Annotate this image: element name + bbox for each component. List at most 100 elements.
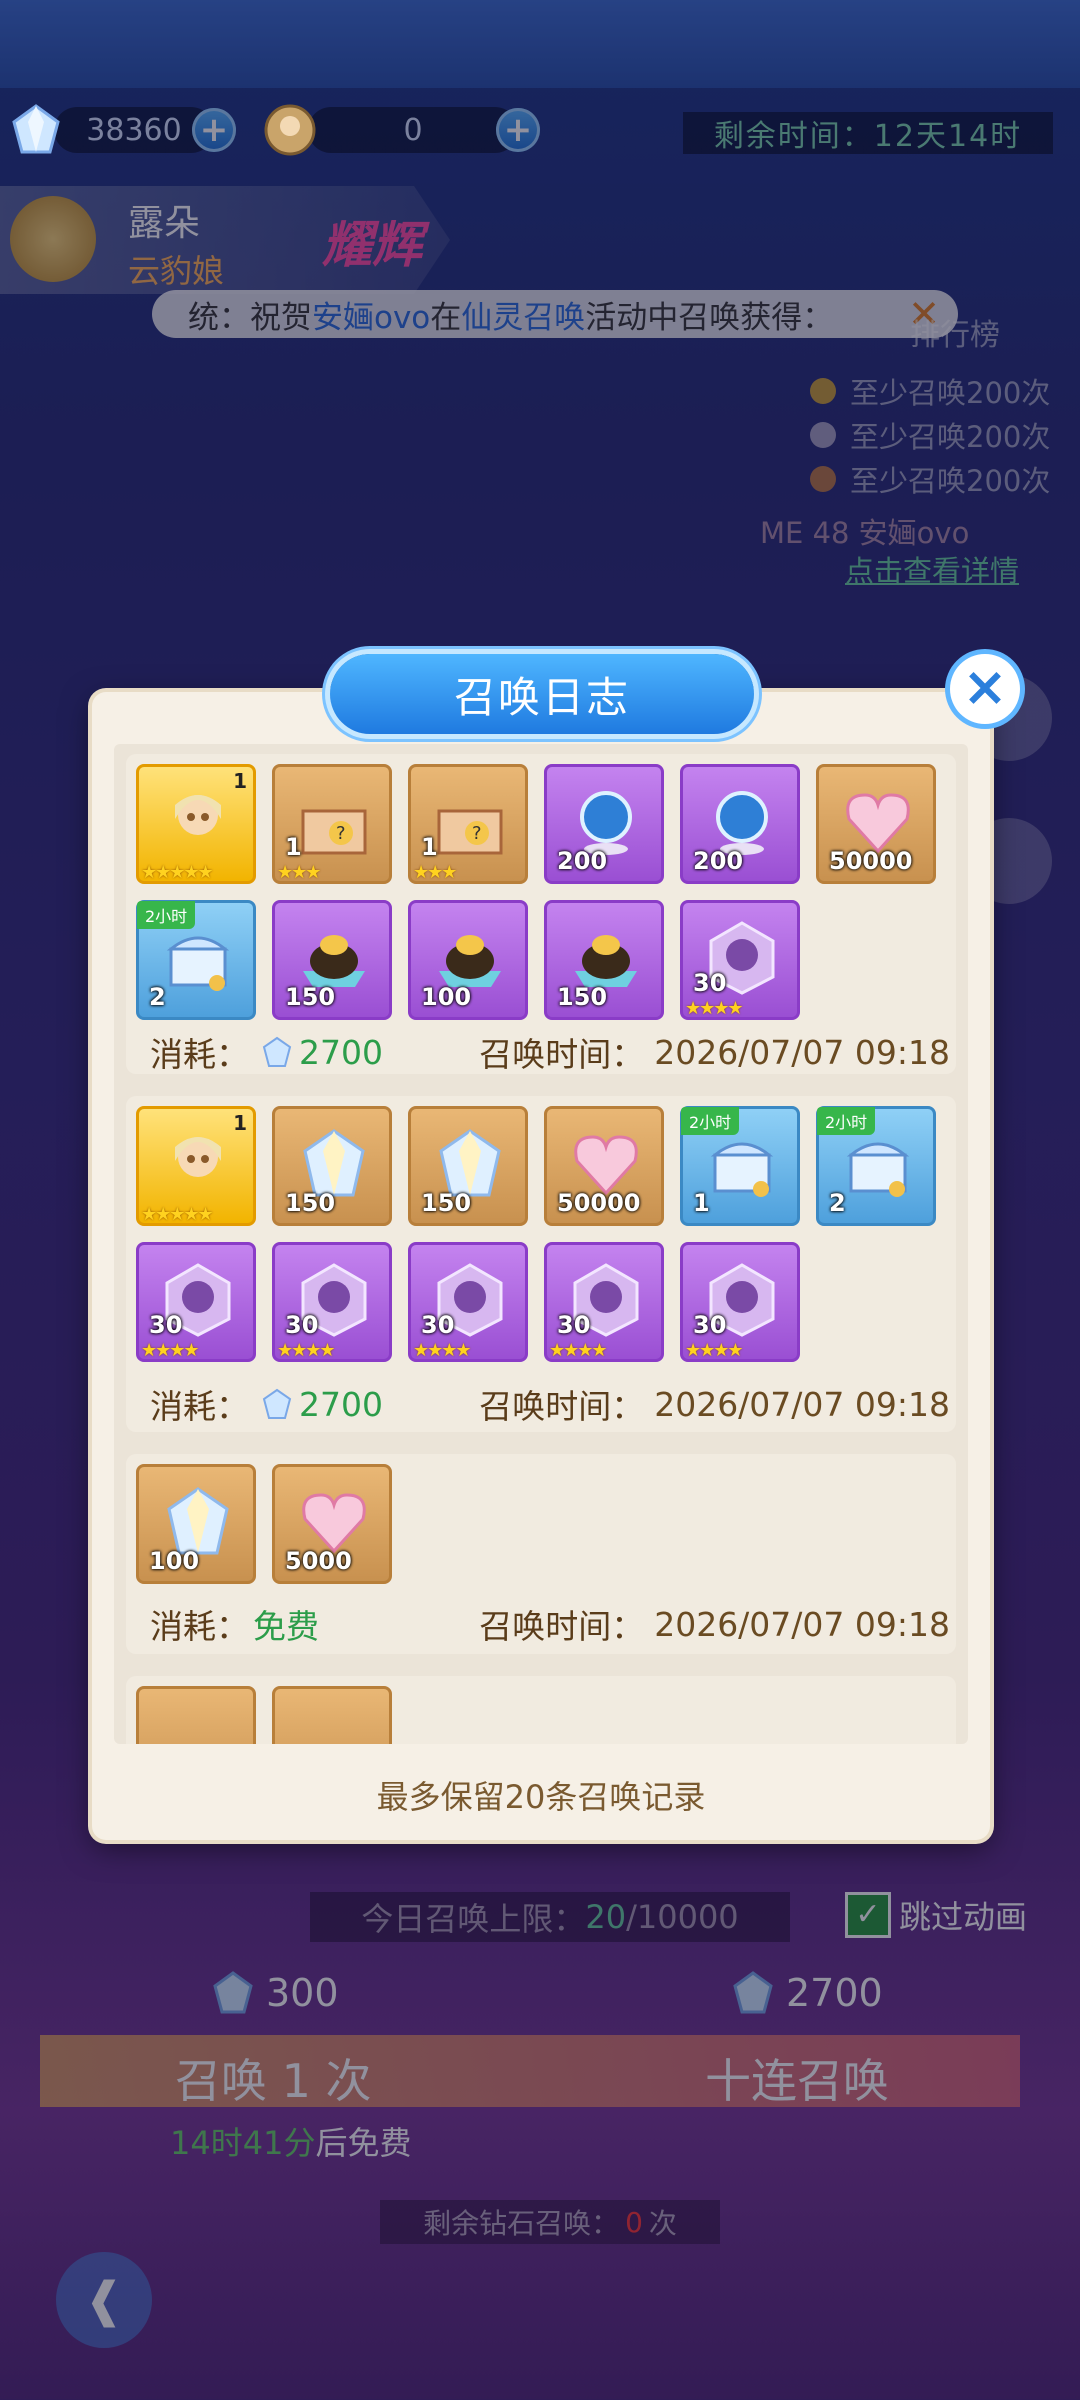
- star-rating: ★★★★: [549, 1340, 608, 1361]
- item-count: 150: [285, 983, 336, 1011]
- item-slot[interactable]: [136, 1686, 256, 1744]
- remaining-time: 剩余时间：12天14时: [683, 112, 1053, 154]
- item-slot[interactable]: 5000: [272, 1464, 392, 1584]
- ranking-row-text: 至少召唤200次: [850, 464, 1051, 498]
- item-slot[interactable]: 30 ★★★★: [680, 900, 800, 1020]
- marquee-prefix: 统：祝贺: [188, 299, 312, 336]
- item-slot[interactable]: 30 ★★★★: [680, 1242, 800, 1362]
- add-diamond-button[interactable]: +: [192, 108, 236, 152]
- checkbox-icon[interactable]: ✓: [845, 1892, 891, 1938]
- item-level: 1: [233, 769, 247, 793]
- item-slot[interactable]: 50000: [816, 764, 936, 884]
- summon-once-button[interactable]: 召唤 1 次: [175, 2045, 372, 2111]
- marquee-user: 安婳ovo: [312, 299, 431, 336]
- remain-prefix: 剩余钻石召唤：: [423, 2207, 620, 2240]
- item-slot[interactable]: 30 ★★★★: [408, 1242, 528, 1362]
- item-slot[interactable]: ? 1 ★★★: [272, 764, 392, 884]
- item-count: 1: [421, 833, 438, 861]
- item-count: 30: [149, 1311, 183, 1339]
- item-count: 30: [693, 969, 727, 997]
- star-rating: ★★★: [277, 862, 321, 883]
- item-slot[interactable]: 1 ★★★★★: [136, 1106, 256, 1226]
- cost-value: 2700: [299, 1384, 383, 1424]
- top-banner: [0, 0, 1080, 88]
- item-count: 30: [557, 1311, 591, 1339]
- broadcast-marquee: 统：祝贺 安婳ovo 在仙灵召唤 活动中召唤获得： ✕: [152, 290, 958, 338]
- ranking-row-text: 至少召唤200次: [850, 376, 1051, 410]
- item-slot[interactable]: 30 ★★★★: [272, 1242, 392, 1362]
- item-count: 30: [285, 1311, 319, 1339]
- cost-label: 消耗：: [150, 1035, 249, 1074]
- svg-text:?: ?: [336, 823, 346, 844]
- record-meta: 消耗： 2700 召唤时间： 2026/07/07 09:18: [150, 1382, 950, 1427]
- item-count: 150: [421, 1189, 472, 1217]
- time-label: 召唤时间：: [479, 1387, 645, 1426]
- item-slot[interactable]: 1 ★★★★★: [136, 764, 256, 884]
- ranking-row: 至少召唤200次: [810, 370, 1080, 412]
- diamond-resource: 38360 +: [8, 102, 236, 158]
- back-icon[interactable]: ❰: [56, 2252, 152, 2348]
- item-slot[interactable]: 2小时 1: [680, 1106, 800, 1226]
- item-slot[interactable]: 30 ★★★★: [136, 1242, 256, 1362]
- limit-total: /10000: [626, 1898, 739, 1936]
- time-label: 召唤时间：: [479, 1607, 645, 1646]
- item-slot[interactable]: ? 1 ★★★: [408, 764, 528, 884]
- item-slot[interactable]: 200: [544, 764, 664, 884]
- item-count: 150: [557, 983, 608, 1011]
- item-slot[interactable]: 100: [408, 900, 528, 1020]
- item-slot[interactable]: 30 ★★★★: [544, 1242, 664, 1362]
- star-rating: ★★★: [413, 862, 457, 883]
- item-slot[interactable]: [272, 1686, 392, 1744]
- ranking-title: 排行榜: [910, 318, 1000, 353]
- item-count: 2: [829, 1189, 846, 1217]
- star-rating: ★★★★: [141, 1340, 200, 1361]
- ranking-detail-link[interactable]: 点击查看详情: [845, 548, 1080, 590]
- item-slot[interactable]: 2小时 2: [816, 1106, 936, 1226]
- skip-label: 跳过动画: [899, 1898, 1028, 1936]
- time-label: 召唤时间：: [479, 1035, 645, 1074]
- marquee-event: 仙灵召唤: [461, 299, 586, 336]
- item-count: 1: [693, 1189, 710, 1217]
- medal-icon: [810, 422, 836, 448]
- summon-time: 2026/07/07 09:18: [654, 1032, 950, 1072]
- item-count: 200: [693, 847, 744, 875]
- diamond-icon: [213, 1971, 253, 2014]
- star-rating: ★★★★: [277, 1340, 336, 1361]
- skip-animation-toggle[interactable]: ✓ 跳过动画: [845, 1892, 1027, 1938]
- summon-record: 1 ★★★★★? 1 ★★★? 1 ★★★ 200 200 50000 2小时 2 150 100 150…: [126, 754, 956, 1074]
- summon-ten-button[interactable]: 十连召唤: [705, 2045, 889, 2111]
- cost-label: 消耗：: [150, 1607, 249, 1646]
- item-count: 100: [421, 983, 472, 1011]
- item-count: 50000: [557, 1189, 641, 1217]
- duration-tag: 2小时: [817, 1107, 876, 1135]
- character-name: 露朵: [128, 203, 201, 244]
- item-slot[interactable]: 150: [544, 900, 664, 1020]
- add-coin-button[interactable]: +: [496, 108, 540, 152]
- item-slot[interactable]: 100: [136, 1464, 256, 1584]
- single-price-value: 300: [266, 1971, 339, 2015]
- star-rating: ★★★★★: [141, 1204, 214, 1225]
- coin-resource: 0 +: [262, 102, 540, 158]
- item-slot[interactable]: 50000: [544, 1106, 664, 1226]
- free-countdown: 14时41分后免费: [170, 2118, 411, 2164]
- treasure-chest-icon: [161, 921, 235, 995]
- item-slot[interactable]: 2小时 2: [136, 900, 256, 1020]
- marquee-suffix: 活动中召唤获得：: [585, 299, 834, 336]
- coin-count: 0: [308, 107, 518, 153]
- dialog-title: 召唤日志: [330, 654, 754, 734]
- marquee-mid: 在: [430, 299, 462, 336]
- record-meta: 消耗： 2700 召唤时间： 2026/07/07 09:18: [150, 1030, 950, 1075]
- remain-suffix: 次: [648, 2207, 677, 2240]
- item-slot[interactable]: 200: [680, 764, 800, 884]
- item-count: 50000: [829, 847, 913, 875]
- item-slot[interactable]: 150: [272, 1106, 392, 1226]
- item-slot[interactable]: 150: [408, 1106, 528, 1226]
- limit-label: 今日召唤上限：: [361, 1900, 586, 1938]
- summon-log-list[interactable]: 1 ★★★★★? 1 ★★★? 1 ★★★ 200 200 50000 2小时 2 150 100 150…: [114, 744, 968, 1744]
- ranking-row-text: 至少召唤200次: [850, 420, 1051, 454]
- star-rating: ★★★★: [685, 1340, 744, 1361]
- free-time: 14时41分: [170, 2124, 316, 2162]
- close-icon[interactable]: ×: [950, 654, 1020, 724]
- item-slot[interactable]: 150: [272, 900, 392, 1020]
- cost-value: 2700: [299, 1032, 383, 1072]
